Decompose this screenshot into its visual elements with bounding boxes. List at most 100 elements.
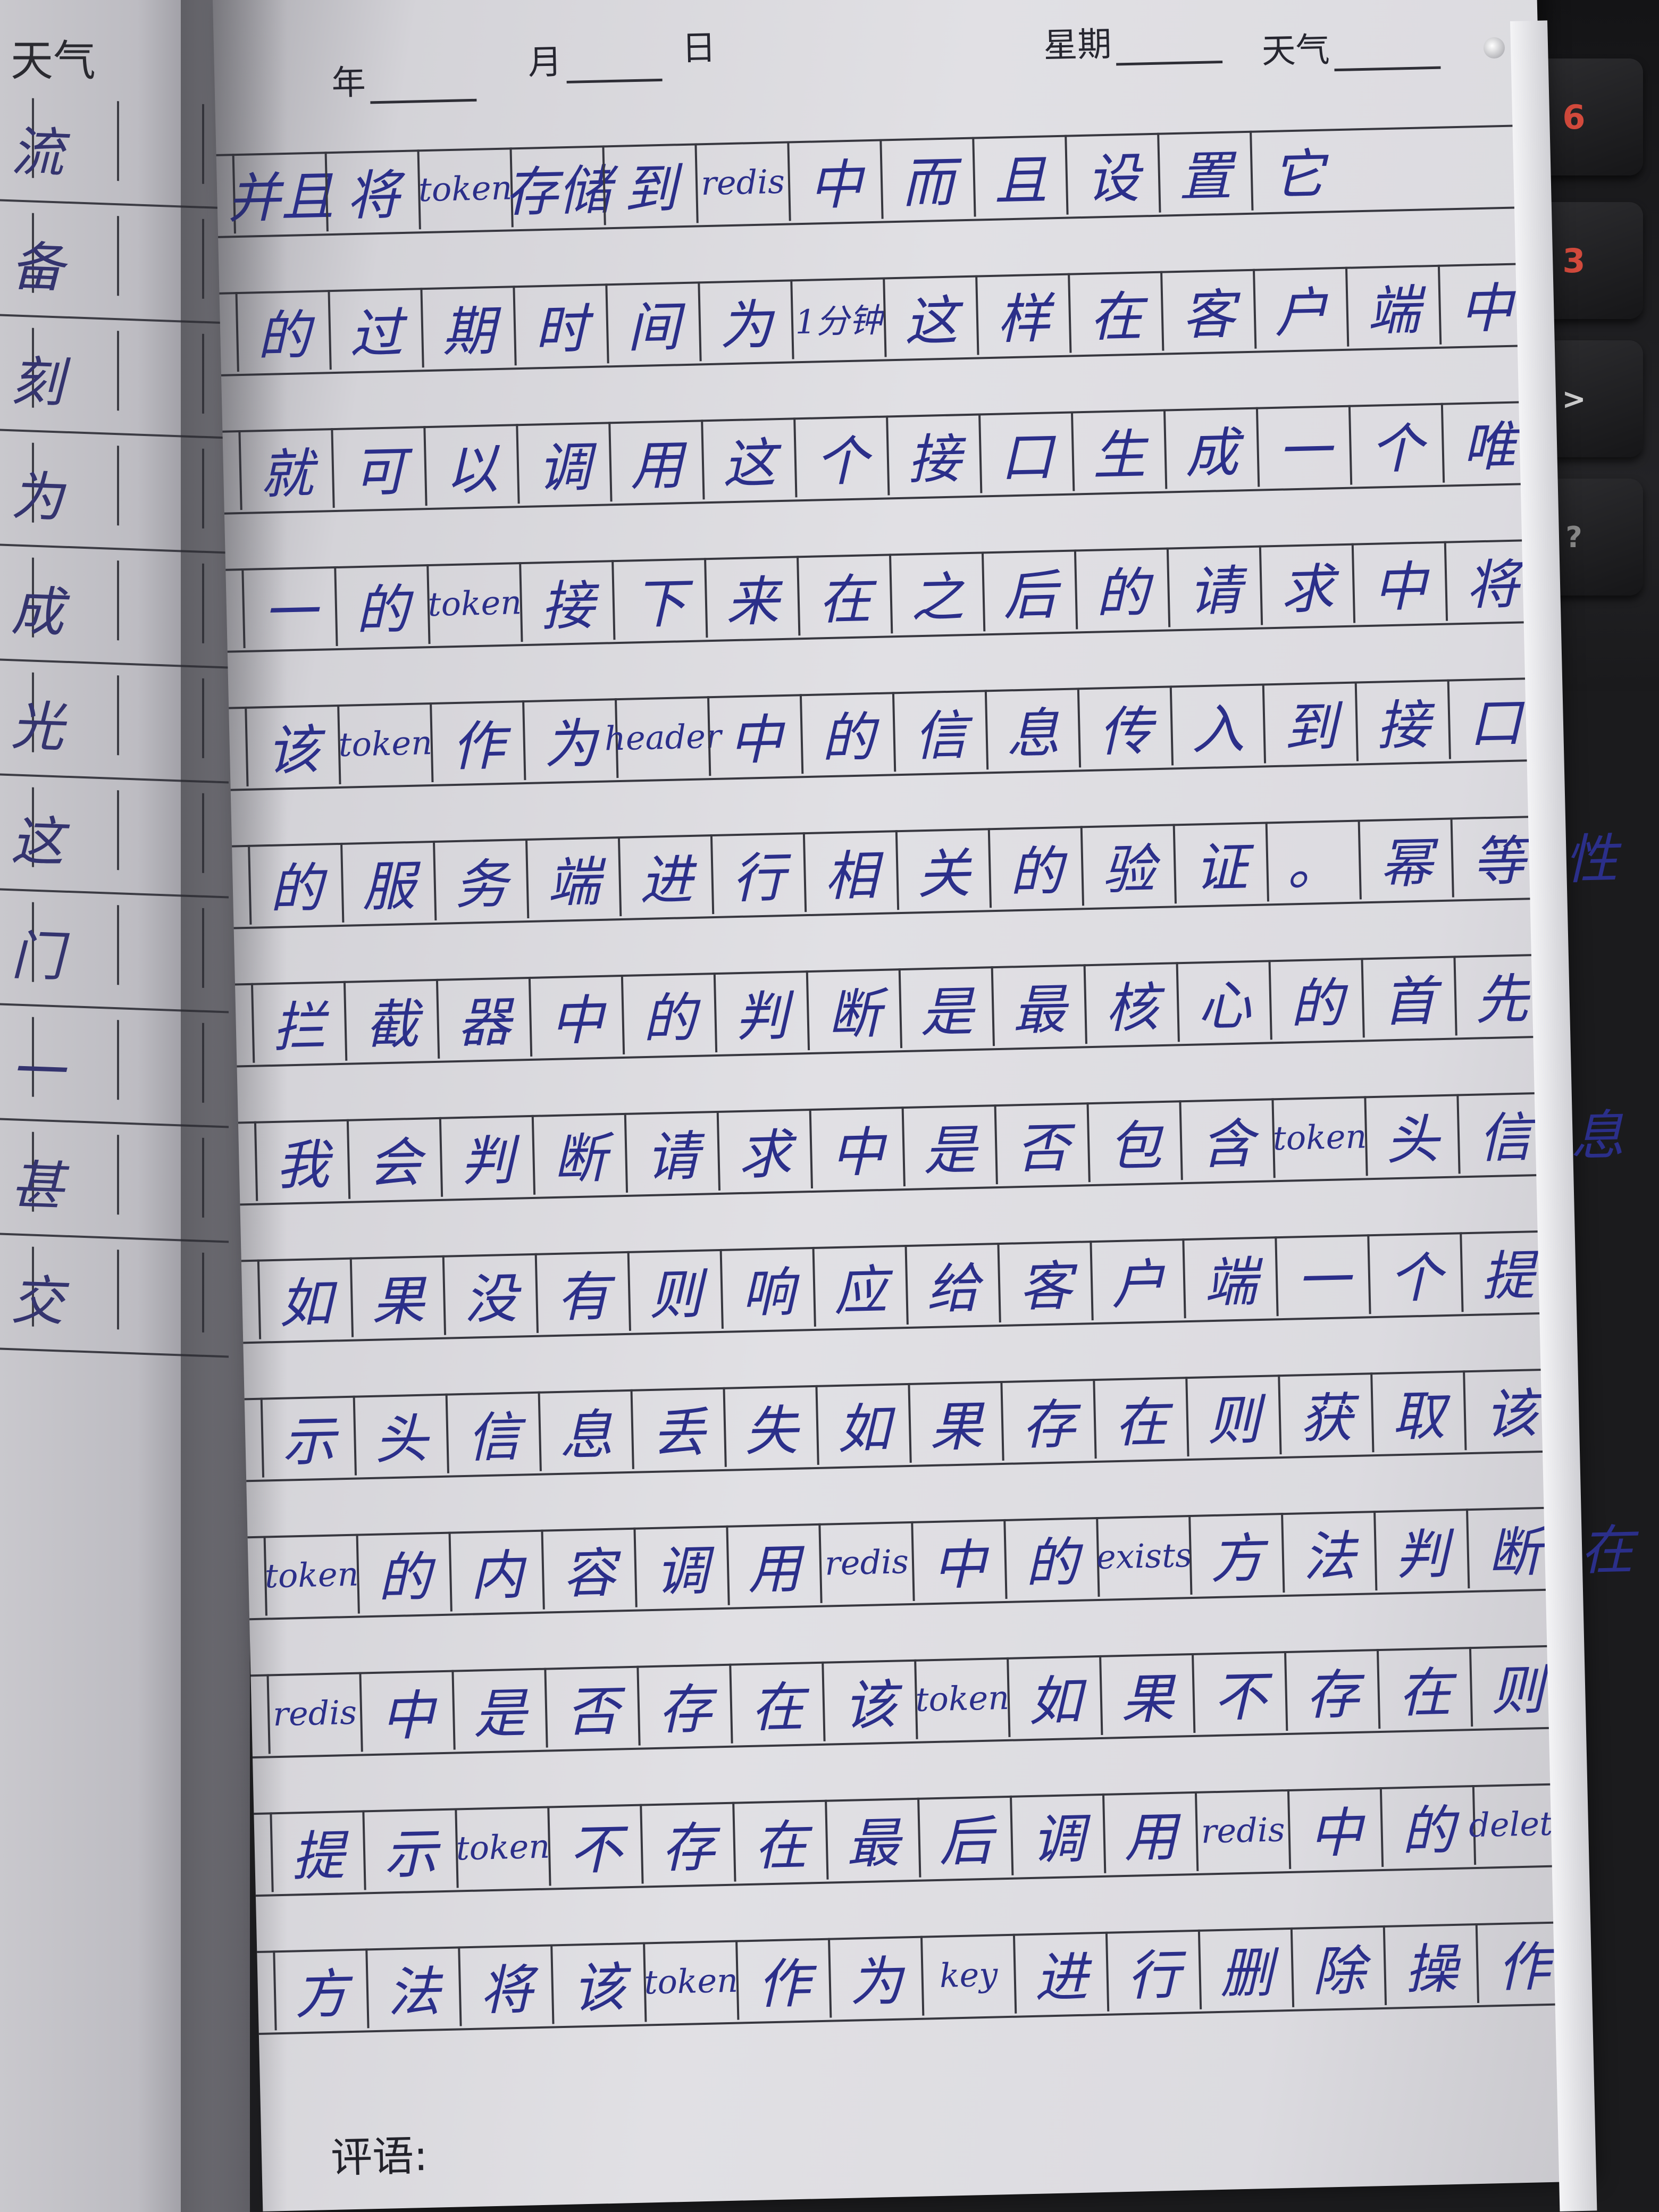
handwritten-cell: header xyxy=(604,696,722,778)
handwritten-cell: 端 xyxy=(1345,264,1440,347)
handwritten-cell: 头 xyxy=(1364,1094,1459,1176)
handwritten-cell: 关 xyxy=(895,828,990,910)
right-page: 年 月 日 星期 天气 并且将token存储到redis中而且设置它的过期时间为… xyxy=(213,0,1653,2211)
spine-shadow xyxy=(181,0,287,2212)
grid-row: 就可以调用这个接口生成一个唯 xyxy=(222,379,1548,521)
weekday-field: 星期 xyxy=(1043,14,1227,68)
handwritten-cell: 可 xyxy=(331,426,425,508)
handwritten-cell: 务 xyxy=(432,839,527,920)
left-handwritten-char: 门 xyxy=(11,924,64,988)
handwritten-cell: 将 xyxy=(324,149,419,232)
handwritten-cell: 不 xyxy=(1192,1651,1286,1733)
notebook-photo: 6 3 > ? 天气 流备刻为成光这门一甚交 年 月 日 星期 天气 将 tok… xyxy=(0,0,1659,2212)
handwritten-cell: 丢 xyxy=(630,1387,725,1469)
handwritten-cell: 行 xyxy=(1105,1929,1200,2012)
left-handwritten-char: 备 xyxy=(11,235,64,299)
handwritten-cell: 到 xyxy=(1262,681,1357,764)
grid-row: 的过期时间为1分钟这样在客户端中 xyxy=(219,241,1545,382)
handwritten-cell: 失 xyxy=(723,1385,817,1467)
handwritten-cell: 果 xyxy=(349,1255,445,1337)
handwritten-cell: redis xyxy=(1194,1789,1289,1871)
handwritten-cell: 个 xyxy=(1348,403,1443,485)
handwritten-cell: 的 xyxy=(334,564,429,647)
handwritten-cell: 进 xyxy=(617,834,713,917)
handwritten-cell: 删 xyxy=(1197,1927,1293,2009)
handwritten-cell: 端 xyxy=(1182,1236,1277,1319)
handwritten-cell: 样 xyxy=(975,273,1070,355)
handwritten-cell: 调 xyxy=(633,1525,728,1607)
handwritten-cell: 操 xyxy=(1382,1923,1478,2005)
handwritten-cell: 且 xyxy=(972,135,1067,217)
handwritten-cell: 断 xyxy=(806,968,901,1051)
handwritten-cell: 后 xyxy=(981,549,1076,632)
grid-row: redis 中是否存在该 token 如果不存在则 xyxy=(250,1623,1577,1765)
month-label: 月 xyxy=(527,43,563,83)
grid-row: 示头信息丢失如果存在则获取该 xyxy=(244,1347,1570,1488)
handwritten-cell: 求 xyxy=(1259,543,1354,625)
handwritten-cell: 核 xyxy=(1083,962,1178,1044)
weekday-label: 星期 xyxy=(1043,24,1112,66)
left-grid-cell xyxy=(117,1135,119,1215)
handwritten-cell: redis xyxy=(694,141,789,223)
handwritten-cell: token xyxy=(914,1657,1010,1739)
handwritten-cell: 法 xyxy=(1281,1511,1376,1593)
handwritten-cell: 证 xyxy=(1172,822,1267,904)
left-handwritten-char: 一 xyxy=(11,1039,64,1103)
weather-field: 天气 xyxy=(1261,20,1445,73)
year-field: 年 xyxy=(331,53,481,105)
handwritten-cell: 判 xyxy=(439,1115,534,1197)
handwritten-cell: 果 xyxy=(908,1381,1002,1463)
handwritten-cell: token xyxy=(417,147,513,230)
handwritten-cell: 传 xyxy=(1077,685,1172,768)
handwritten-cell: 响 xyxy=(719,1247,814,1329)
handwritten-cell: 来 xyxy=(704,556,799,638)
handwritten-cell: 相 xyxy=(802,830,898,912)
left-grid-cell xyxy=(117,790,119,870)
left-handwritten-char: 甚 xyxy=(11,1154,64,1218)
handwritten-cell: 客 xyxy=(1160,269,1255,351)
left-grid-cell xyxy=(117,905,119,985)
handwritten-cell: 如 xyxy=(1007,1655,1101,1737)
handwritten-cell: 在 xyxy=(1093,1377,1187,1459)
handwritten-cell: 断 xyxy=(531,1112,626,1195)
weather-blank xyxy=(1334,34,1441,72)
handwritten-cell: 的 xyxy=(1003,1517,1098,1599)
handwritten-cell: 后 xyxy=(917,1795,1012,1878)
handwritten-cell: 息 xyxy=(984,688,1079,770)
handwritten-cell: 在 xyxy=(1376,1647,1471,1729)
left-grid-cell xyxy=(117,101,119,181)
handwritten-cell: 调 xyxy=(1009,1793,1104,1875)
handwritten-cell: 中 xyxy=(787,139,882,221)
handwritten-cell: 取 xyxy=(1370,1370,1465,1453)
handwritten-cell: 最 xyxy=(825,1797,919,1880)
handwritten-cell: 一 xyxy=(1275,1234,1369,1317)
handwritten-cell: 则 xyxy=(627,1249,722,1331)
handwritten-cell: 判 xyxy=(1373,1509,1468,1591)
left-grid-cell xyxy=(117,216,119,296)
handwritten-cell: 含 xyxy=(1179,1098,1273,1180)
handwritten-cell: 该 xyxy=(822,1659,916,1741)
handwritten-cell: 果 xyxy=(1099,1653,1194,1735)
handwritten-cell: 如 xyxy=(815,1383,910,1465)
handwritten-cell: 它 xyxy=(1250,128,1344,211)
handwritten-cell: 用 xyxy=(1102,1791,1197,1873)
handwritten-cell: 客 xyxy=(997,1241,1092,1323)
handwritten-cell: 进 xyxy=(1012,1931,1108,2014)
handwritten-cell: 求 xyxy=(716,1109,811,1191)
handwritten-cell: 的 xyxy=(621,973,716,1055)
handwritten-cell: token xyxy=(643,1940,739,2022)
handwritten-cell: token xyxy=(426,562,522,644)
handwritten-cell: 不 xyxy=(547,1804,642,1886)
handwritten-cell: 应 xyxy=(812,1245,907,1327)
handwritten-cell: 验 xyxy=(1080,824,1175,906)
handwritten-cell: 该 xyxy=(550,1942,645,2024)
handwritten-cell: 存储 xyxy=(504,145,612,228)
handwritten-cell: 接 xyxy=(886,413,981,496)
handwritten-cell: 的 xyxy=(356,1531,450,1614)
handwritten-cell: 用 xyxy=(608,420,703,502)
handwritten-cell: 以 xyxy=(423,424,518,506)
handwritten-cell: 期 xyxy=(420,286,515,368)
grid-row: 该 token 作为 header 中的信息传入到接口 xyxy=(228,656,1555,797)
left-handwritten-char: 为 xyxy=(11,465,64,529)
comment-label: 评语: xyxy=(330,2132,429,2182)
